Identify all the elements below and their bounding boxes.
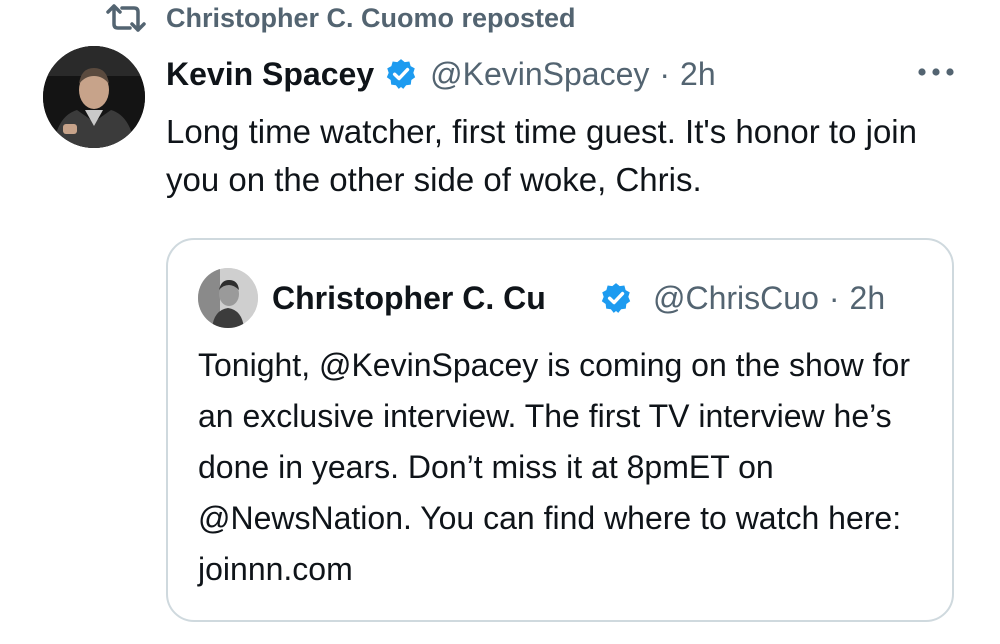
- quoted-author-avatar-image: [198, 268, 258, 328]
- quoted-tweet-text: Tonight, @KevinSpacey is coming on the s…: [198, 347, 910, 587]
- author-handle[interactable]: @KevinSpacey: [430, 56, 649, 93]
- quoted-tweet-timestamp: 2h: [849, 279, 886, 316]
- separator-dot: ·: [828, 279, 840, 316]
- quoted-author-display-name: Christopher C. Cu: [272, 279, 546, 316]
- tweet-text: Long time watcher, first time guest. It'…: [166, 113, 917, 198]
- verified-badge-icon: [601, 283, 631, 313]
- separator-dot: ·: [659, 55, 671, 92]
- quoted-author-handle: @ChrisCuo: [653, 279, 819, 316]
- quoted-tweet-card[interactable]: Christopher C. Cu @ChrisCuo · 2h Tonight…: [166, 238, 954, 622]
- tweet-header: Kevin Spacey @KevinSpacey · 2h: [166, 52, 716, 96]
- quoted-tweet-header: Christopher C. Cu @ChrisCuo · 2h: [272, 276, 885, 320]
- repost-indicator[interactable]: Christopher C. Cuomo reposted: [104, 0, 576, 36]
- tweet-timestamp[interactable]: 2h: [680, 56, 716, 93]
- more-options-icon[interactable]: [916, 64, 956, 80]
- verified-badge-icon[interactable]: [384, 57, 418, 91]
- repost-label: Christopher C. Cuomo reposted: [166, 2, 576, 33]
- author-avatar[interactable]: [43, 46, 145, 148]
- author-avatar-image: [43, 46, 145, 148]
- repost-icon: [106, 4, 146, 32]
- quoted-author-avatar: [198, 268, 258, 328]
- author-display-name[interactable]: Kevin Spacey: [166, 56, 374, 93]
